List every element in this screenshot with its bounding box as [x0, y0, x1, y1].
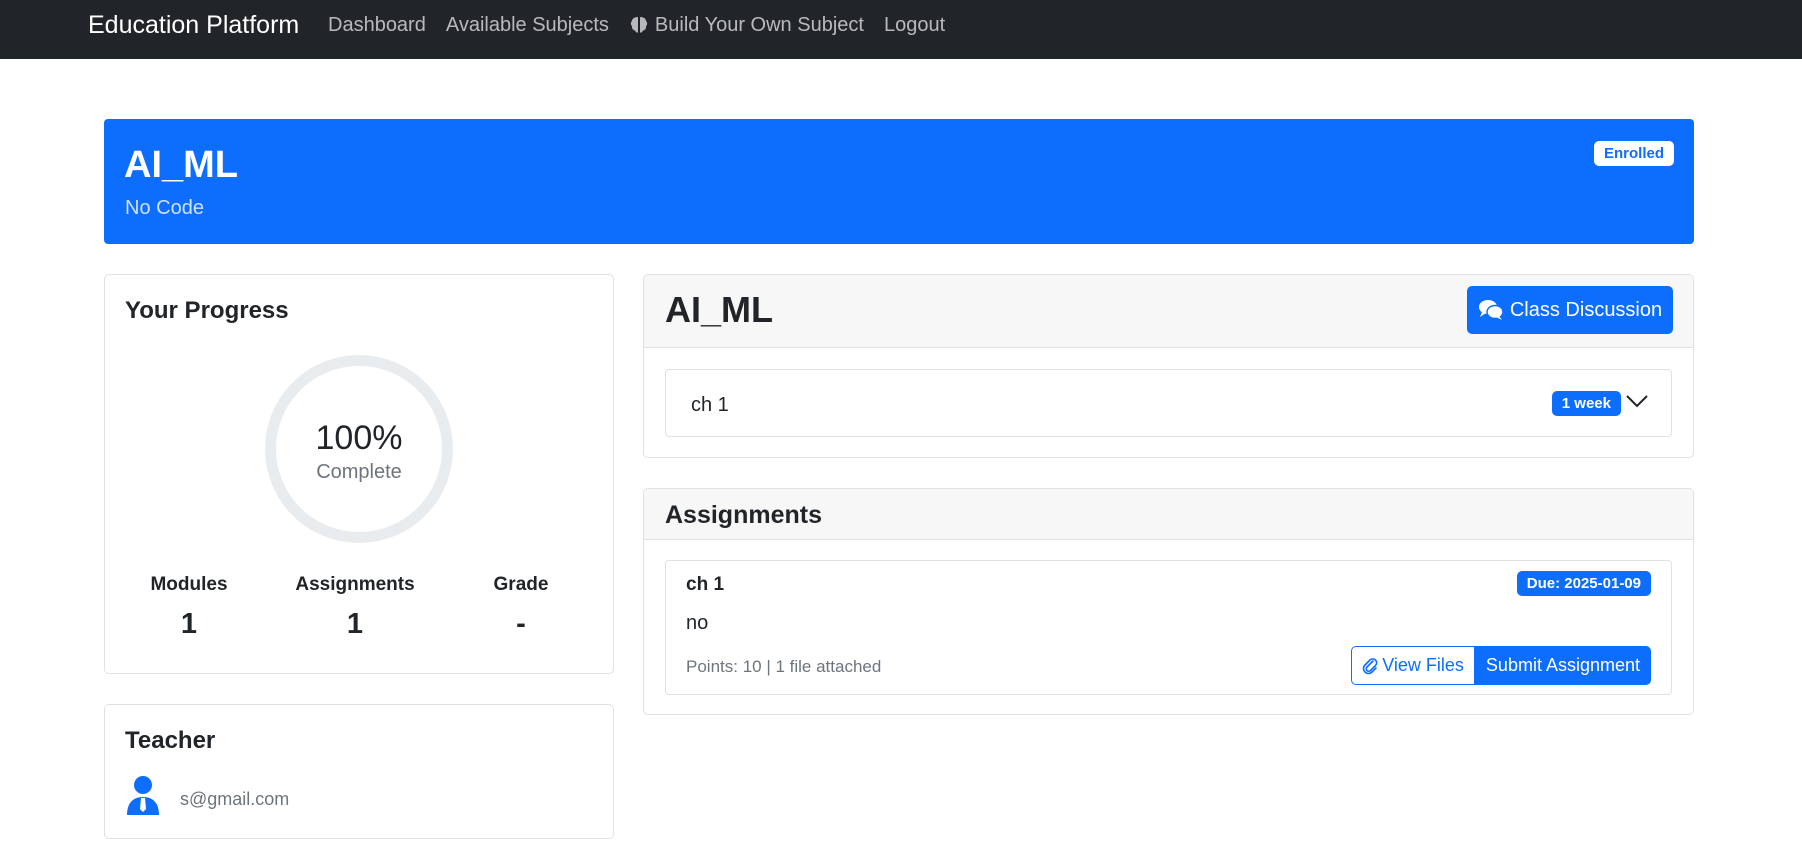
stat-value: 1: [346, 608, 364, 640]
progress-percent: 100%: [315, 419, 403, 457]
enrolled-badge: Enrolled: [1593, 141, 1674, 166]
progress-ring: 100% Complete: [265, 355, 453, 543]
modules-header: AI_ML Class Discussion: [644, 275, 1693, 348]
module-title: ch 1: [691, 394, 729, 416]
submit-assignment-button[interactable]: Submit Assignment: [1474, 646, 1651, 685]
assignment-name: ch 1: [686, 574, 725, 595]
assignment-item: ch 1 Due: 2025-01-09 no Points: 10 | 1 f…: [665, 560, 1672, 695]
view-files-button[interactable]: View Files: [1351, 646, 1475, 685]
teacher-email: s@gmail.com: [180, 789, 290, 809]
assignments-card: Assignments ch 1 Due: 2025-01-09 no Poin…: [643, 488, 1694, 715]
teacher-card-title: Teacher: [125, 727, 216, 754]
progress-complete-label: Complete: [316, 461, 402, 483]
nav-link-build-subject[interactable]: Build Your Own Subject: [629, 13, 864, 37]
view-files-label: View Files: [1382, 655, 1464, 675]
brain-icon: [630, 17, 648, 33]
comments-icon: [1478, 300, 1504, 320]
stat-assignments: Assignments 1: [272, 573, 438, 641]
assignment-actions: View Files Submit Assignment: [1351, 646, 1651, 685]
stat-label: Assignments: [295, 574, 415, 595]
brand-link[interactable]: Education Platform: [88, 10, 299, 40]
stat-value: -: [516, 608, 526, 640]
assignments-header: Assignments: [644, 489, 1693, 540]
module-accordion-item[interactable]: ch 1 1 week: [665, 369, 1672, 437]
stat-value: 1: [180, 608, 198, 640]
progress-card: Your Progress 100% Complete Modules 1 As…: [104, 274, 614, 674]
module-duration-badge: 1 week: [1551, 391, 1621, 416]
nav-link-build-subject-label: Build Your Own Subject: [654, 14, 864, 36]
teacher-card: Teacher s@gmail.com: [104, 704, 614, 839]
nav-link-dashboard[interactable]: Dashboard: [328, 13, 426, 37]
stat-modules: Modules 1: [106, 573, 272, 641]
modules-title: AI_ML: [665, 289, 773, 330]
nav-links: Dashboard Available Subjects Build Your …: [328, 13, 965, 37]
user-tie-icon: [127, 776, 159, 815]
assignments-title: Assignments: [665, 501, 822, 529]
stat-grade: Grade -: [438, 573, 604, 641]
progress-card-title: Your Progress: [125, 297, 289, 324]
modules-card: AI_ML Class Discussion ch 1 1 week: [643, 274, 1694, 458]
chevron-down-icon[interactable]: [1625, 392, 1649, 410]
assignment-description: no: [686, 612, 709, 634]
paperclip-icon: [1362, 657, 1378, 674]
nav-link-logout[interactable]: Logout: [884, 13, 945, 37]
class-discussion-label: Class Discussion: [1509, 298, 1663, 321]
subject-code: No Code: [125, 197, 204, 219]
top-navbar: Education Platform Dashboard Available S…: [0, 0, 1802, 59]
class-discussion-button[interactable]: Class Discussion: [1467, 286, 1673, 334]
stat-label: Grade: [493, 574, 549, 595]
assignment-meta: Points: 10 | 1 file attached: [686, 657, 882, 676]
nav-link-available-subjects[interactable]: Available Subjects: [446, 13, 609, 37]
due-date-badge: Due: 2025-01-09: [1516, 571, 1651, 596]
subject-title: AI_ML: [124, 144, 238, 186]
stat-label: Modules: [150, 574, 228, 595]
subject-header-banner: AI_ML No Code Enrolled: [104, 119, 1694, 244]
